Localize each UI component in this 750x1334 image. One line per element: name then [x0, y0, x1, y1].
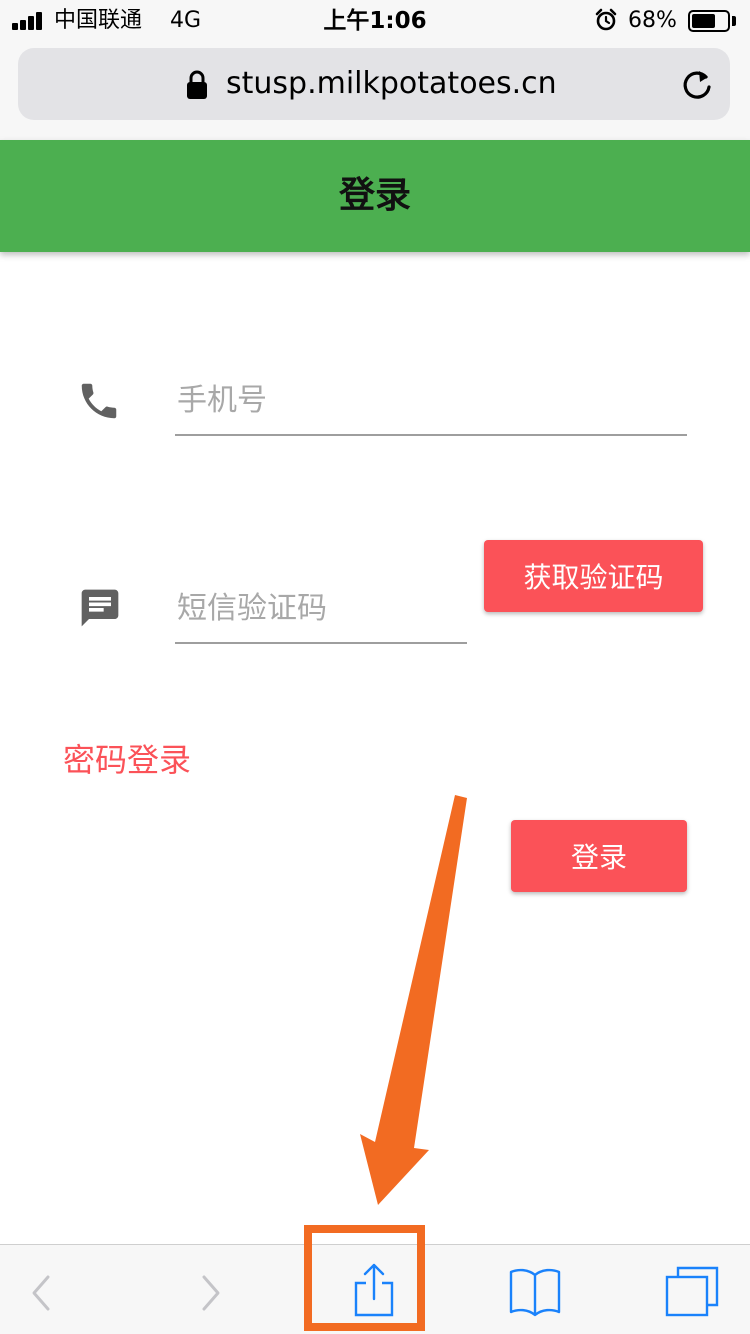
tabs-icon[interactable]	[664, 1265, 720, 1317]
alarm-icon	[595, 8, 617, 31]
page-title: 登录	[338, 175, 411, 216]
phone-number-input[interactable]	[175, 366, 687, 436]
share-icon[interactable]	[350, 1261, 398, 1319]
battery-icon	[688, 10, 730, 32]
browser-top-bar: stusp.milkpotatoes.cn	[0, 42, 750, 140]
reload-icon[interactable]	[680, 68, 714, 102]
password-login-link[interactable]: 密码登录	[63, 740, 191, 780]
sms-icon	[81, 589, 119, 627]
chevron-right-icon[interactable]	[196, 1273, 226, 1313]
battery-level-fill	[692, 14, 715, 28]
get-code-button[interactable]: 获取验证码	[484, 540, 703, 612]
lock-icon	[187, 70, 207, 99]
browser-toolbar	[0, 1244, 750, 1334]
phone-icon	[81, 383, 117, 419]
chevron-left-icon[interactable]	[26, 1273, 56, 1313]
app-header: 登录	[0, 140, 750, 252]
battery-percent: 68%	[628, 8, 677, 33]
status-bar: 中国联通 4G 上午1:06 68%	[0, 0, 750, 42]
login-button[interactable]: 登录	[511, 820, 687, 892]
sms-code-input[interactable]	[175, 574, 467, 644]
url-text[interactable]: stusp.milkpotatoes.cn	[226, 66, 557, 102]
book-icon[interactable]	[508, 1265, 562, 1317]
address-bar[interactable]: stusp.milkpotatoes.cn	[18, 48, 730, 120]
battery-cap	[732, 16, 736, 26]
